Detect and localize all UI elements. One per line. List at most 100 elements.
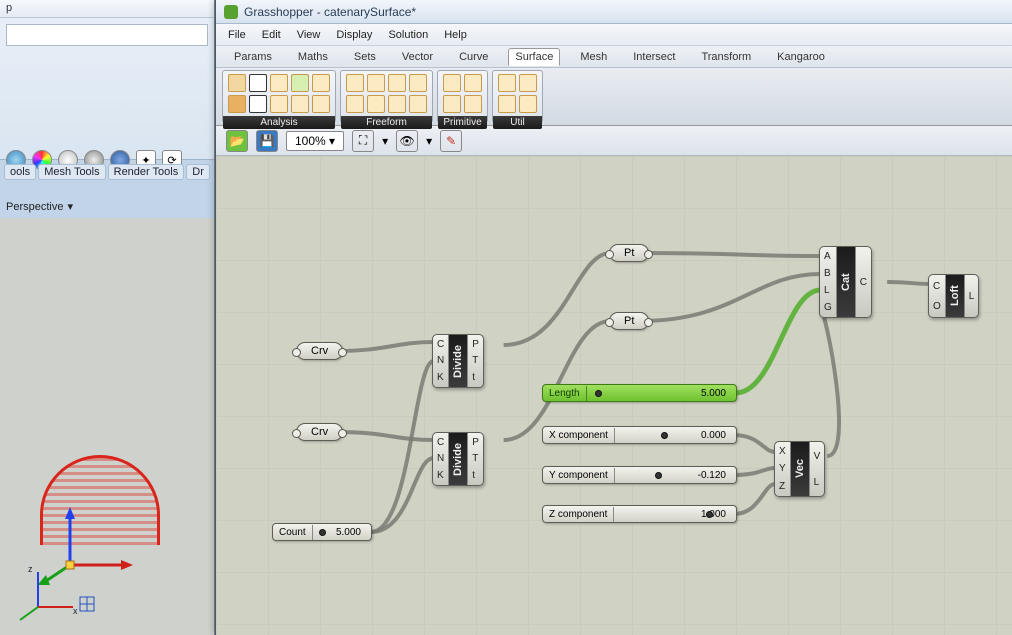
menu-edit[interactable]: Edit xyxy=(262,29,281,41)
port[interactable]: L xyxy=(814,477,821,488)
component-loft[interactable]: C O Loft L xyxy=(928,274,979,318)
ribbon-icon[interactable] xyxy=(464,74,482,92)
port[interactable]: K xyxy=(437,372,444,383)
slider-zcomponent[interactable]: Z component 1.000 xyxy=(542,505,737,523)
ribbon-icon[interactable] xyxy=(270,95,288,113)
rhino-tab[interactable]: ools xyxy=(4,164,36,180)
ribbon-icon[interactable] xyxy=(388,95,406,113)
tab-transform[interactable]: Transform xyxy=(695,49,757,65)
menu-view[interactable]: View xyxy=(297,29,321,41)
rhino-tab[interactable]: Render Tools xyxy=(108,164,185,180)
port[interactable]: C xyxy=(437,339,444,350)
save-icon[interactable]: 💾 xyxy=(256,130,278,152)
slider-xcomponent[interactable]: X component 0.000 xyxy=(542,426,737,444)
ribbon-icon[interactable] xyxy=(228,95,246,113)
tab-maths[interactable]: Maths xyxy=(292,49,334,65)
sketch-icon[interactable]: ✎ xyxy=(440,130,462,152)
menubar[interactable]: File Edit View Display Solution Help xyxy=(216,24,1012,46)
component-divide[interactable]: C N K Divide P T t xyxy=(432,334,484,388)
slider-count[interactable]: Count 5.000 xyxy=(272,523,372,541)
port[interactable]: t xyxy=(472,470,479,481)
port[interactable]: Y xyxy=(779,463,786,474)
menu-solution[interactable]: Solution xyxy=(388,29,428,41)
component-vector[interactable]: X Y Z Vec V L xyxy=(774,441,825,497)
tab-intersect[interactable]: Intersect xyxy=(627,49,681,65)
open-icon[interactable]: 📂 xyxy=(226,130,248,152)
ribbon-icon[interactable] xyxy=(409,74,427,92)
port[interactable]: B xyxy=(824,268,832,279)
ribbon-icon[interactable] xyxy=(291,74,309,92)
component-tabs[interactable]: Params Maths Sets Vector Curve Surface M… xyxy=(216,46,1012,68)
port[interactable]: V xyxy=(814,451,821,462)
port[interactable]: L xyxy=(969,291,975,302)
rhino-tabbar[interactable]: ools Mesh Tools Render Tools Dr xyxy=(0,160,214,184)
port[interactable]: P xyxy=(472,339,479,350)
ribbon-group-util[interactable]: Util xyxy=(492,70,543,123)
tab-kangaroo[interactable]: Kangaroo xyxy=(771,49,831,65)
ribbon-icon[interactable] xyxy=(249,95,267,113)
ribbon-icon[interactable] xyxy=(498,74,516,92)
ribbon-group-freeform[interactable]: Freeform xyxy=(340,70,433,123)
port[interactable]: K xyxy=(437,470,444,481)
menu-file[interactable]: File xyxy=(228,29,246,41)
menu-display[interactable]: Display xyxy=(336,29,372,41)
canvas-toolbar[interactable]: 📂 💾 100% ▾ ⛶ ▾ 👁 ▾ ✎ xyxy=(216,126,1012,156)
ribbon-group-analysis[interactable]: Analysis xyxy=(222,70,336,123)
rhino-tab[interactable]: Dr xyxy=(186,164,210,180)
port[interactable]: T xyxy=(472,355,479,366)
port[interactable]: X xyxy=(779,446,786,457)
param-point[interactable]: Pt xyxy=(609,312,649,330)
port[interactable]: P xyxy=(472,437,479,448)
ribbon-icon[interactable] xyxy=(498,95,516,113)
window-titlebar[interactable]: Grasshopper - catenarySurface* xyxy=(216,0,1012,24)
slider-ycomponent[interactable]: Y component -0.120 xyxy=(542,466,737,484)
port[interactable]: N xyxy=(437,453,444,464)
ribbon-icon[interactable] xyxy=(270,74,288,92)
port[interactable]: C xyxy=(933,281,941,292)
chevron-down-icon[interactable]: ▾ xyxy=(426,134,432,148)
rhino-viewport[interactable]: z x xyxy=(0,218,214,635)
ribbon-icon[interactable] xyxy=(367,95,385,113)
rhino-tab[interactable]: Mesh Tools xyxy=(38,164,105,180)
ribbon-icon[interactable] xyxy=(346,74,364,92)
ribbon-icon[interactable] xyxy=(312,74,330,92)
port[interactable]: G xyxy=(824,302,832,313)
ribbon-icon[interactable] xyxy=(346,95,364,113)
port[interactable]: C xyxy=(437,437,444,448)
tab-sets[interactable]: Sets xyxy=(348,49,382,65)
ribbon-icon[interactable] xyxy=(519,95,537,113)
tab-vector[interactable]: Vector xyxy=(396,49,439,65)
ribbon-icon[interactable] xyxy=(519,74,537,92)
port[interactable]: O xyxy=(933,301,941,312)
component-catenary[interactable]: A B L G Cat C xyxy=(819,246,872,318)
port[interactable]: A xyxy=(824,251,832,262)
ribbon-icon[interactable] xyxy=(443,95,461,113)
component-divide[interactable]: C N K Divide P T t xyxy=(432,432,484,486)
viewport-label[interactable]: Perspective ▾ xyxy=(6,200,73,213)
port[interactable]: C xyxy=(860,277,867,288)
ribbon-icon[interactable] xyxy=(443,74,461,92)
port[interactable]: T xyxy=(472,453,479,464)
ribbon-icon[interactable] xyxy=(464,95,482,113)
chevron-down-icon[interactable]: ▾ xyxy=(329,134,335,148)
port[interactable]: L xyxy=(824,285,832,296)
ribbon-icon[interactable] xyxy=(291,95,309,113)
param-curve[interactable]: Crv xyxy=(296,342,343,360)
port[interactable]: N xyxy=(437,355,444,366)
preview-icon[interactable]: 👁 xyxy=(396,130,418,152)
menu-help[interactable]: Help xyxy=(444,29,467,41)
tab-curve[interactable]: Curve xyxy=(453,49,494,65)
chevron-down-icon[interactable]: ▾ xyxy=(382,134,388,148)
tab-params[interactable]: Params xyxy=(228,49,278,65)
zoom-extents-icon[interactable]: ⛶ xyxy=(352,130,374,152)
ribbon-group-primitive[interactable]: Primitive xyxy=(437,70,488,123)
ribbon-icon[interactable] xyxy=(409,95,427,113)
zoom-level[interactable]: 100% ▾ xyxy=(286,131,344,151)
param-curve[interactable]: Crv xyxy=(296,423,343,441)
grasshopper-canvas[interactable]: Pt Pt Crv Crv C N K Divide xyxy=(216,156,1012,635)
port[interactable]: t xyxy=(472,372,479,383)
param-point[interactable]: Pt xyxy=(609,244,649,262)
tab-mesh[interactable]: Mesh xyxy=(574,49,613,65)
ribbon-icon[interactable] xyxy=(367,74,385,92)
ribbon-icon[interactable] xyxy=(249,74,267,92)
